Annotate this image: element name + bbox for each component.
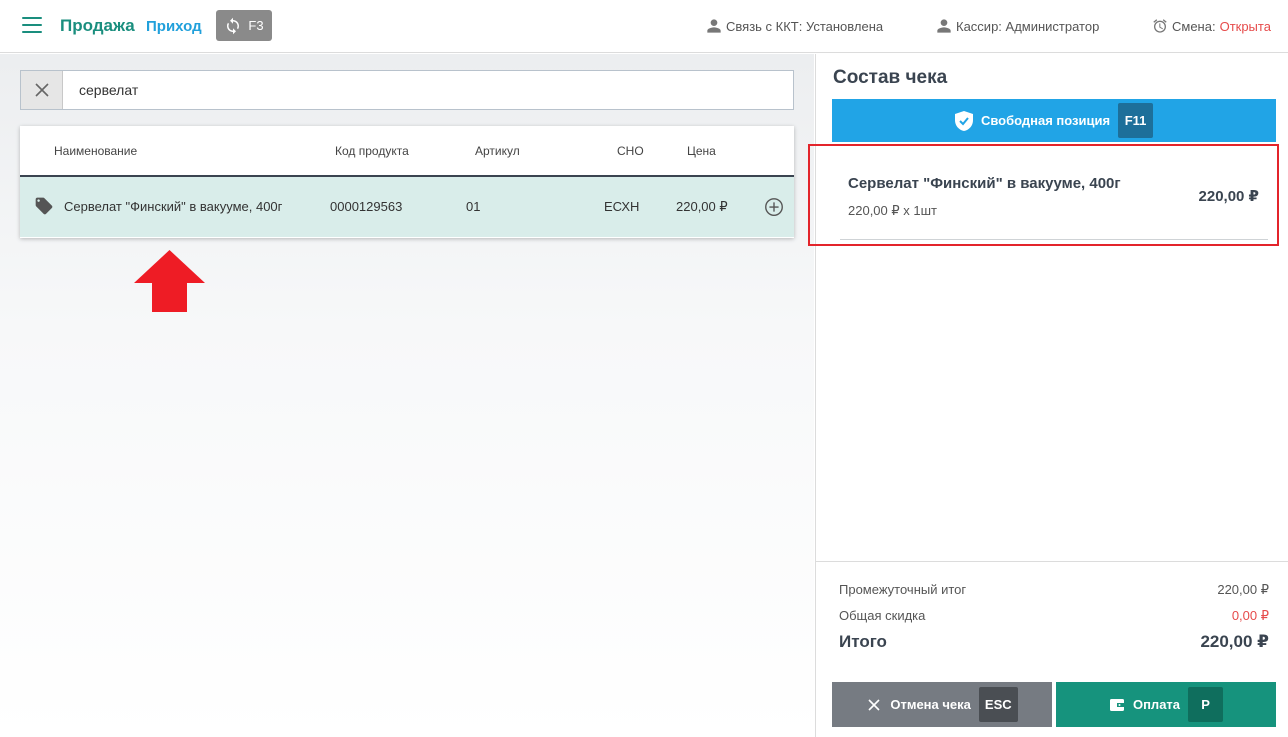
discount-row: Общая скидка 0,00 ₽: [839, 608, 1269, 623]
free-position-button[interactable]: Свободная позиция F11: [832, 99, 1276, 142]
wallet-icon: [1109, 698, 1124, 711]
subtotal-value: 220,00 ₽: [1217, 582, 1269, 597]
cancel-receipt-button[interactable]: Отмена чека ESC: [832, 682, 1052, 727]
cancel-label: Отмена чека: [890, 697, 971, 712]
red-highlight-annotation: [808, 144, 1279, 246]
product-table: Наименование Код продукта Артикул СНО Це…: [20, 126, 794, 238]
column-header-name[interactable]: Наименование: [54, 144, 137, 158]
column-header-price[interactable]: Цена: [687, 144, 716, 158]
receipt-panel: Состав чека Свободная позиция F11 Сервел…: [808, 54, 1288, 737]
cell-article: 01: [466, 199, 481, 214]
cell-code: 0000129563: [330, 199, 403, 214]
cashier-status: Кассир: Администратор: [936, 18, 1099, 34]
pay-label: Оплата: [1132, 697, 1181, 712]
subtotal-label: Промежуточный итог: [839, 582, 967, 597]
product-search-panel: Наименование Код продукта Артикул СНО Це…: [0, 54, 814, 737]
hamburger-menu-icon[interactable]: [22, 17, 42, 33]
user-icon: [937, 19, 951, 33]
red-arrow-annotation: [134, 250, 205, 312]
kkt-status: Связь с ККТ: Установлена: [706, 18, 883, 34]
cell-price: 220,00 ₽: [676, 199, 728, 214]
plus-circle-icon[interactable]: [763, 196, 785, 218]
shift-label: Смена:: [1172, 18, 1216, 34]
tag-icon: [35, 197, 53, 215]
table-row[interactable]: Сервелат "Финский" в вакууме, 400г 00001…: [20, 177, 794, 237]
search-input[interactable]: [63, 71, 793, 109]
tab-income[interactable]: Приход: [146, 18, 202, 35]
kkt-status-text: Связь с ККТ: Установлена: [726, 18, 884, 34]
sync-icon: [227, 17, 240, 34]
discount-value: 0,00 ₽: [1231, 608, 1269, 623]
alarm-clock-icon: [1153, 19, 1167, 33]
pay-key: P: [1188, 687, 1224, 722]
shift-status: Смена: Открыта: [1152, 18, 1271, 34]
cancel-key: ESC: [978, 687, 1018, 722]
receipt-title: Состав чека: [833, 67, 948, 88]
shield-check-icon: [954, 110, 973, 131]
total-label: Итого: [839, 632, 887, 651]
close-icon: [34, 83, 49, 97]
column-header-code[interactable]: Код продукта: [335, 144, 409, 158]
column-header-article[interactable]: Артикул: [475, 144, 520, 158]
shift-value: Открыта: [1219, 18, 1271, 34]
total-value: 220,00 ₽: [1200, 632, 1269, 651]
column-header-sno[interactable]: СНО: [617, 144, 644, 158]
search-bar: [20, 70, 794, 110]
pay-button[interactable]: Оплата P: [1056, 682, 1276, 727]
clear-search-button[interactable]: [21, 71, 63, 109]
subtotal-row: Промежуточный итог 220,00 ₽: [839, 582, 1269, 597]
discount-label: Общая скидка: [839, 608, 926, 623]
free-position-key: F11: [1118, 103, 1154, 138]
total-row: Итого 220,00 ₽: [839, 632, 1269, 652]
cashier-text: Кассир: Администратор: [956, 18, 1100, 34]
tab-sale[interactable]: Продажа: [60, 16, 135, 36]
sync-button[interactable]: F3: [216, 10, 272, 41]
table-header: Наименование Код продукта Артикул СНО Це…: [20, 126, 794, 177]
top-bar: Продажа Приход F3 Связь с ККТ: Установле…: [0, 0, 1288, 53]
sync-key: F3: [248, 18, 264, 33]
cell-sno: ЕСХН: [604, 199, 640, 214]
close-icon: [868, 698, 880, 711]
user-icon: [707, 19, 721, 33]
cell-name: Сервелат "Финский" в вакууме, 400г: [64, 199, 283, 214]
free-position-label: Свободная позиция: [980, 113, 1111, 128]
